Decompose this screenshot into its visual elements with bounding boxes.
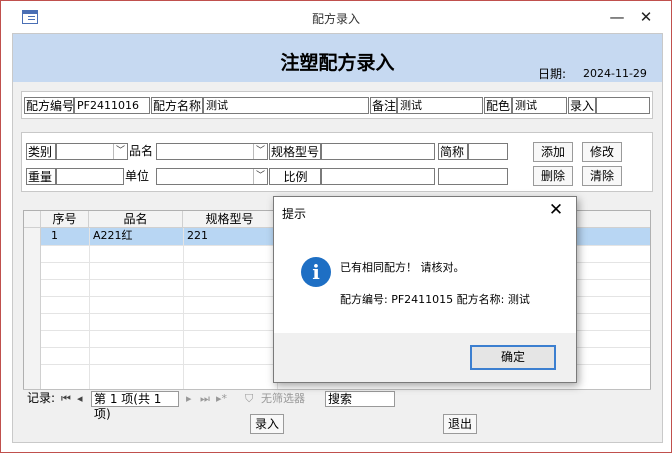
remark-field[interactable]: 测试 [397,97,483,114]
unit-label: 单位 [125,169,150,183]
product-combo[interactable]: ﹀ [156,143,268,160]
dialog-message: 已有相同配方！ 请核对。 [340,261,465,274]
recipe-section: 配方编号 PF2411016 配方名称 测试 备注 测试 配色 测试 录入 [21,91,653,119]
cell-seq: 1 [41,228,89,245]
ratio-field[interactable] [321,168,435,185]
new-record-icon[interactable]: ▸* [216,391,227,407]
unit-combo[interactable]: ﹀ [156,168,268,185]
weight-label: 重量 [26,168,56,185]
column-header-seq[interactable]: 序号 [41,211,89,228]
previous-record-icon[interactable]: ◂ [77,391,83,407]
remark-label: 备注 [370,97,397,114]
modify-button[interactable]: 修改 [582,142,622,162]
delete-button[interactable]: 删除 [533,166,573,186]
weight-field[interactable] [56,168,124,185]
form-header: 注塑配方录入 日期: 2024-11-29 [13,34,662,82]
spec-field[interactable] [321,143,435,160]
record-navigation-bar: 记录: ⏮ ◂ 第 1 项(共 1 项) ▸ ⏭ ▸* ⛉ 无筛选器 搜索 [23,389,651,421]
recipe-code-field[interactable]: PF2411016 [74,97,150,114]
app-window: 配方录入 — ✕ 注塑配方录入 日期: 2024-11-29 配方编号 PF24… [0,0,672,453]
chevron-down-icon[interactable]: ﹀ [253,144,267,159]
extra-field[interactable] [438,168,508,185]
close-button[interactable]: ✕ [634,7,658,27]
dialog-close-button[interactable]: ✕ [544,200,568,220]
product-label: 品名 [129,144,154,158]
title-bar: 配方录入 — ✕ [1,1,671,33]
info-icon: i [301,257,331,287]
search-input[interactable]: 搜索 [325,391,395,407]
record-label: 记录: [27,391,56,405]
dialog-title: 提示 [282,207,307,221]
spec-label: 规格型号 [269,143,321,160]
recipe-name-label: 配方名称 [151,97,203,114]
color-field[interactable]: 测试 [512,97,567,114]
window-title: 配方录入 [311,12,360,26]
filter-status[interactable]: 无筛选器 [261,391,305,407]
grid-column-line [183,228,184,405]
category-label: 类别 [26,143,56,160]
ratio-label: 比例 [269,168,321,185]
short-name-field[interactable] [468,143,508,160]
recipe-code-label: 配方编号 [24,97,75,114]
dialog-detail: 配方编号: PF2411015 配方名称: 测试 [340,293,530,306]
column-header-spec[interactable]: 规格型号 [183,211,277,228]
short-name-label: 简称 [438,143,468,160]
chevron-down-icon[interactable]: ﹀ [113,144,127,159]
entry-field[interactable] [596,97,650,114]
add-button[interactable]: 添加 [533,142,573,162]
filter-icon: ⛉ [245,392,254,405]
category-combo[interactable]: ﹀ [56,143,128,160]
alert-dialog: 提示 ✕ i 已有相同配方！ 请核对。 配方编号: PF2411015 配方名称… [273,196,577,383]
ok-button[interactable]: 确定 [470,345,556,370]
dialog-footer: 确定 [274,333,576,382]
last-record-icon[interactable]: ⏭ [200,391,210,407]
minimize-button[interactable]: — [605,7,629,27]
item-section: 类别 ﹀ 品名 ﹀ 规格型号 简称 添加 修改 重量 单位 ﹀ 比例 删除 清除 [21,132,653,192]
entry-label: 录入 [568,97,596,114]
recipe-name-field[interactable]: 测试 [203,97,369,114]
row-selector-column[interactable] [24,228,41,389]
date-label: 日期: [538,67,567,81]
record-position-field[interactable]: 第 1 项(共 1 项) [91,391,179,421]
chevron-down-icon[interactable]: ﹀ [253,169,267,184]
submit-button[interactable]: 录入 [250,414,284,434]
clear-button[interactable]: 清除 [582,166,622,186]
exit-button[interactable]: 退出 [443,414,477,434]
date-value: 2024-11-29 [583,67,647,80]
color-label: 配色 [484,97,512,114]
grid-column-line [89,228,90,405]
first-record-icon[interactable]: ⏮ [61,391,71,407]
column-header-product[interactable]: 品名 [89,211,183,228]
cell-product: A221红 [89,228,183,245]
next-record-icon[interactable]: ▸ [186,391,192,407]
select-all-corner[interactable] [24,211,41,228]
